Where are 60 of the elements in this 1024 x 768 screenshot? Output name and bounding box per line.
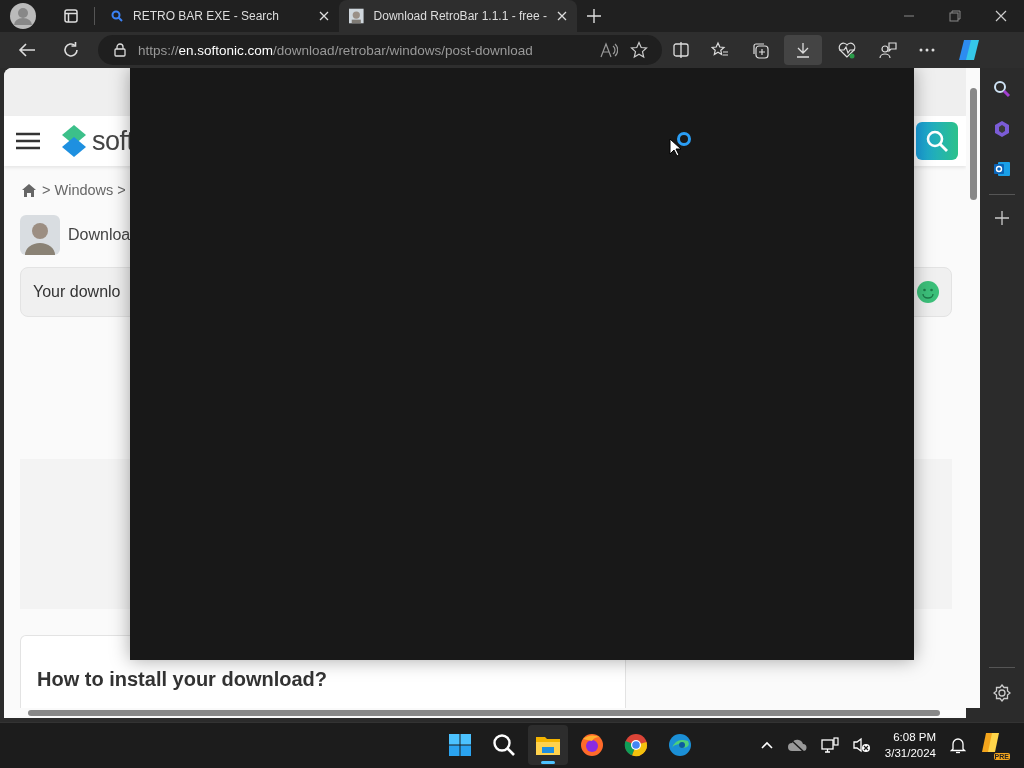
copilot-icon[interactable] (957, 39, 981, 61)
lock-icon (114, 43, 126, 57)
more-icon[interactable] (919, 48, 935, 52)
settings-icon[interactable] (993, 684, 1011, 702)
windows-logo-icon (448, 733, 473, 758)
tab-actions-icon[interactable] (64, 9, 78, 23)
favicon-icon (349, 8, 364, 24)
search-icon (111, 10, 123, 22)
heartbeat-icon[interactable] (837, 41, 857, 59)
collections-icon[interactable] (751, 41, 769, 59)
feedback-icon[interactable] (879, 41, 897, 59)
profile-avatar[interactable] (10, 3, 36, 29)
close-icon[interactable] (995, 10, 1007, 22)
notice-text: Your downlo (33, 283, 121, 301)
add-icon[interactable] (995, 211, 1009, 225)
network-icon[interactable] (820, 737, 839, 754)
close-icon[interactable] (557, 11, 567, 21)
mail-icon[interactable] (993, 160, 1011, 178)
cloud-off-icon[interactable] (786, 738, 807, 753)
author-avatar (20, 215, 60, 255)
address-field[interactable]: https://en.softonic.com/download/retrobar/windows/post-download (98, 35, 662, 65)
clock[interactable]: 6:08 PM 3/31/2024 (884, 729, 936, 762)
browser-tab[interactable]: Download RetroBar 1.1.1 - free - (339, 0, 577, 32)
split-screen-icon[interactable] (673, 42, 689, 58)
new-tab-icon[interactable] (587, 9, 601, 23)
copilot-icon[interactable] (993, 120, 1011, 138)
logo-icon (60, 125, 88, 157)
close-icon[interactable] (319, 11, 329, 21)
files-taskbar-button[interactable] (528, 725, 569, 766)
restore-icon[interactable] (949, 10, 961, 22)
browser-logo-icon (580, 733, 605, 758)
browser-logo-icon (624, 733, 649, 758)
smiley-icon (917, 281, 939, 303)
browser-logo-icon (668, 733, 693, 758)
download-icon (795, 42, 811, 58)
breadcrumb-link[interactable]: > Windows > (42, 182, 126, 198)
loading-spinner-icon (676, 131, 692, 147)
cursor-icon (669, 138, 681, 157)
chevron-up-icon[interactable] (760, 741, 773, 750)
browser-tab[interactable]: RETRO BAR EXE - Search (101, 0, 339, 32)
search-icon (492, 733, 517, 758)
search-icon (925, 129, 949, 153)
vertical-scrollbar[interactable] (966, 68, 980, 708)
folder-icon (535, 734, 562, 757)
volume-muted-icon[interactable] (852, 737, 871, 754)
bell-icon[interactable] (950, 736, 966, 754)
favorite-star-icon[interactable] (630, 41, 648, 59)
author-line: Downloa (68, 226, 131, 244)
horizontal-scrollbar[interactable] (4, 708, 966, 718)
favorites-icon[interactable] (711, 41, 729, 59)
read-aloud-icon[interactable] (600, 42, 618, 58)
refresh-icon[interactable] (62, 41, 80, 59)
menu-icon[interactable] (16, 132, 40, 150)
home-icon[interactable] (22, 183, 36, 197)
back-icon[interactable] (18, 42, 36, 58)
copilot-icon (980, 732, 1002, 755)
search-icon[interactable] (993, 80, 1011, 98)
install-title: How to install your download? (37, 668, 327, 690)
downloads-button[interactable] (784, 35, 822, 65)
search-button[interactable] (916, 122, 958, 160)
